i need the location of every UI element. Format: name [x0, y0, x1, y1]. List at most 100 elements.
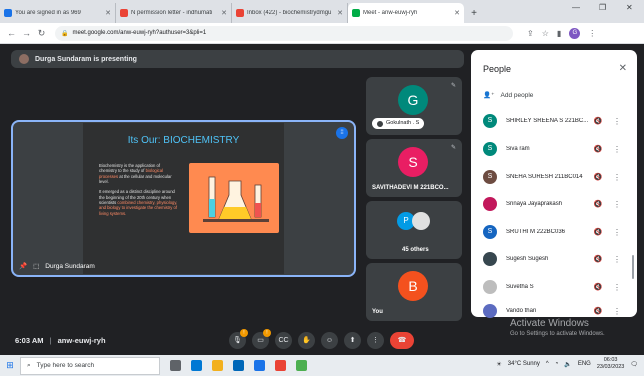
tab-close-icon[interactable]: ✕ — [337, 9, 343, 17]
address-bar: ← → ↻ 🔒 meet.google.com/anw-euwj-ryh?aut… — [0, 23, 644, 44]
mic-off-icon: 🔇 — [593, 308, 603, 315]
camera-off-icon[interactable]: ▭! — [252, 329, 271, 349]
maximize-icon[interactable]: ❐ — [599, 3, 606, 12]
back-icon[interactable]: ← — [4, 28, 19, 38]
participant-row[interactable]: S Siva ram 🔇 ⋮ — [483, 138, 633, 160]
more-icon[interactable]: ⋮ — [367, 332, 384, 349]
profile-avatar[interactable]: G — [569, 27, 581, 39]
more-options-icon[interactable]: ⋮ — [610, 117, 624, 126]
fullscreen-icon[interactable]: ⬚ — [33, 262, 39, 270]
taskbar-clock[interactable]: 06:03 23/03/2023 — [597, 357, 625, 371]
tab-close-icon[interactable]: ✕ — [454, 9, 460, 17]
browser-tab-2[interactable]: N permission letter - indhumati ✕ — [116, 3, 232, 23]
participant-avatar: S — [483, 170, 497, 184]
participant-tile-others[interactable]: P 45 others — [366, 201, 462, 259]
volume-icon[interactable]: 🔈 — [564, 361, 571, 368]
chrome-icon[interactable] — [275, 360, 286, 371]
more-options-icon[interactable]: ⋮ — [610, 145, 624, 154]
participant-name: SAVITHADEVI M 221BCO... — [372, 185, 449, 191]
emoji-icon[interactable]: ☺ — [321, 332, 338, 349]
bookmark-star-icon[interactable]: ☆ — [542, 29, 549, 38]
presentation-tile[interactable]: Its Our: BIOCHEMISTRY Biochemistry is th… — [11, 120, 356, 277]
gmail-icon — [236, 9, 244, 17]
others-count: 45 others — [402, 247, 429, 253]
window-close-icon[interactable]: ✕ — [626, 3, 633, 12]
self-tile[interactable]: B You — [366, 263, 462, 321]
watermark-line2: Go to Settings to activate Windows. — [510, 331, 605, 337]
participant-tile-gokulnath[interactable]: ✎ G Gokulnath . S — [366, 77, 462, 135]
reload-icon[interactable]: ↻ — [34, 28, 49, 39]
participant-row[interactable]: Suvetha S 🔇 ⋮ — [483, 276, 633, 298]
participant-name-chip: Gokulnath . S — [372, 118, 425, 129]
wifi-icon[interactable]: ◔ — [555, 361, 559, 367]
browser-tab-meet[interactable]: Meet - anw-euwj-ryh ✕ — [348, 3, 464, 23]
participant-name: SHIRLEY SREENA S 221BC... — [506, 118, 589, 124]
tab-title: N permission letter - indhumati — [131, 10, 213, 16]
browser-tab-1[interactable]: You are signed in as 969 ✕ — [0, 3, 116, 23]
participant-row[interactable]: S SRUTHI M 222BC036 🔇 ⋮ — [483, 221, 633, 243]
participant-avatar: S — [398, 147, 428, 177]
new-tab-button[interactable]: + — [467, 8, 481, 19]
participant-row[interactable]: Sugesh Sugesh 🔇 ⋮ — [483, 248, 633, 270]
weather-icon[interactable]: ☀ — [496, 361, 501, 368]
language-indicator[interactable]: ENG — [578, 361, 591, 367]
close-icon[interactable]: ✕ — [619, 63, 627, 74]
mic-muted-icon: ✎ — [450, 145, 456, 151]
sidebar-icon[interactable]: ▮ — [557, 29, 561, 38]
more-options-icon[interactable]: ⋮ — [610, 307, 624, 316]
mic-off-icon: 🔇 — [593, 256, 603, 263]
more-options-icon[interactable]: ⋮ — [610, 228, 624, 237]
notification-icon[interactable]: 🗨 — [630, 361, 638, 368]
url-input[interactable]: 🔒 meet.google.com/anw-euwj-ryh?authuser=… — [55, 25, 513, 41]
app-icon[interactable] — [296, 360, 307, 371]
tab-title: You are signed in as 969 — [15, 10, 81, 16]
gmail-icon — [120, 9, 128, 17]
weather-text[interactable]: 34°C Sunny — [508, 361, 540, 367]
tab-title: Meet - anw-euwj-ryh — [363, 10, 418, 16]
participant-name: SRUTHI M 222BC036 — [506, 229, 566, 235]
mic-off-icon[interactable]: 🎙! — [229, 329, 248, 349]
browser-menu-icon[interactable]: ⋮ — [588, 29, 596, 38]
windows-start-icon[interactable]: ⊞ — [0, 360, 20, 371]
pin-icon[interactable]: 📌 — [19, 262, 27, 270]
mic-off-icon: 🔇 — [593, 146, 603, 153]
people-panel: People ✕ 👤⁺ Add people S SHIRLEY SREENA … — [471, 50, 637, 318]
add-people-button[interactable]: 👤⁺ Add people — [483, 91, 533, 100]
tab-close-icon[interactable]: ✕ — [221, 9, 227, 17]
captions-icon[interactable]: CC — [275, 332, 292, 349]
present-icon[interactable]: ⬆ — [344, 332, 361, 349]
participant-name: SNEHA SURESH 211BC014 — [506, 174, 583, 180]
participant-tile-savithadevi[interactable]: ✎ S SAVITHADEVI M 221BCO... — [366, 139, 462, 197]
participant-row[interactable]: S SNEHA SURESH 211BC014 🔇 ⋮ — [483, 166, 633, 188]
browser-tab-3[interactable]: Inbox (422) - biochemistrydmgu ✕ — [232, 3, 348, 23]
people-scrollbar[interactable] — [632, 255, 634, 279]
participant-avatar: S — [483, 114, 497, 128]
more-options-icon[interactable]: ⋮ — [610, 255, 624, 264]
taskbar-search-box[interactable]: ⌕ Type here to search — [20, 356, 160, 375]
task-view-icon[interactable] — [170, 360, 181, 371]
lab-flask-illustration — [189, 163, 279, 233]
edge-icon[interactable] — [191, 360, 202, 371]
mic-off-icon: 🔇 — [593, 229, 603, 236]
participant-row[interactable]: S SHIRLEY SREENA S 221BC... 🔇 ⋮ — [483, 110, 633, 132]
forward-icon[interactable]: → — [19, 28, 34, 38]
tray-arrow-icon[interactable]: ^ — [546, 361, 549, 367]
more-options-icon[interactable]: ⋮ — [610, 173, 624, 182]
end-call-icon[interactable]: ☎ — [390, 332, 414, 349]
tile-footer: 📌 ⬚ Durga Sundaram — [19, 262, 95, 271]
more-options-icon[interactable]: ⋮ — [610, 200, 624, 209]
more-options-icon[interactable]: ⋮ — [610, 283, 624, 292]
minimize-icon[interactable]: — — [572, 3, 580, 12]
raise-hand-icon[interactable]: ✋ — [298, 332, 315, 349]
avatar-dot — [377, 120, 383, 127]
windows-taskbar: ⊞ ⌕ Type here to search ☀ 34°C Sunny ^ ◔… — [0, 355, 644, 376]
store-icon[interactable] — [233, 360, 244, 371]
speaking-indicator-icon: ⁞⁞ — [336, 127, 348, 139]
participant-row[interactable]: Srinaya Jayaprakash 🔇 ⋮ — [483, 193, 633, 215]
participant-photo-avatar — [483, 304, 497, 318]
file-explorer-icon[interactable] — [212, 360, 223, 371]
tab-close-icon[interactable]: ✕ — [105, 9, 111, 17]
mail-icon[interactable] — [254, 360, 265, 371]
meet-icon — [352, 9, 360, 17]
share-icon[interactable]: ⇪ — [527, 29, 534, 38]
